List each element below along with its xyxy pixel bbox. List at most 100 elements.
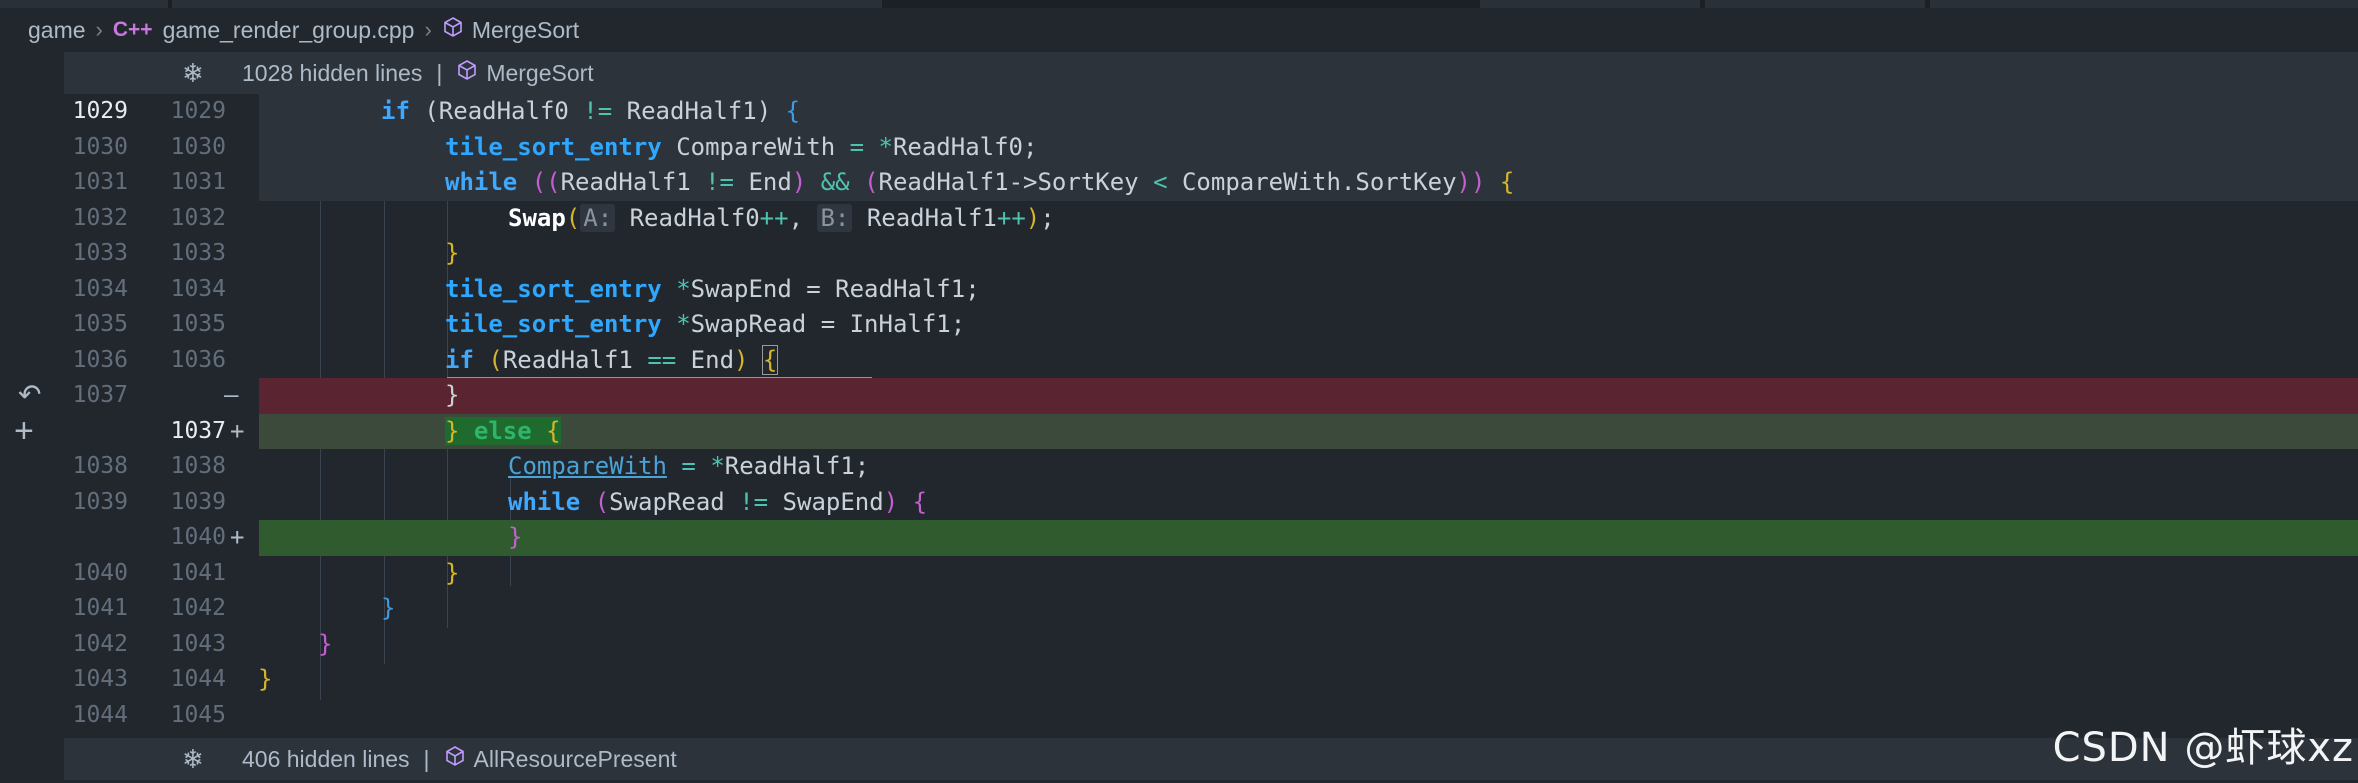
line-number-original: 1044 bbox=[72, 701, 128, 728]
hidden-lines-bar-bottom[interactable]: ❄ 406 hidden lines | AllResourcePresent bbox=[64, 738, 2358, 780]
code-line[interactable]: 1034 1034 tile_sort_entry *SwapEnd = Rea… bbox=[64, 272, 2358, 308]
line-number-modified: 1038 bbox=[170, 453, 226, 479]
code-line[interactable]: 1041 1042 } bbox=[64, 591, 2358, 627]
line-number-modified: 1040 bbox=[170, 524, 226, 550]
line-number-original: 1030 bbox=[72, 133, 128, 160]
line-number-original: 1041 bbox=[72, 595, 128, 621]
chevron-right-icon: › bbox=[424, 17, 432, 42]
code-text: tile_sort_entry *SwapEnd = ReadHalf1; bbox=[445, 274, 980, 303]
tab[interactable] bbox=[172, 0, 882, 8]
line-number-modified: 1037 bbox=[170, 417, 226, 444]
code-line[interactable]: 1036 1036 if (ReadHalf1 == End) { bbox=[64, 343, 2358, 378]
code-line[interactable]: 1033 1033 } bbox=[64, 236, 2358, 272]
line-number-modified: 1030 bbox=[170, 133, 226, 160]
line-number-original bbox=[64, 414, 128, 450]
line-number-original: 1029 bbox=[72, 98, 128, 124]
diff-removed-marker: — bbox=[224, 381, 239, 409]
revert-icon[interactable]: ↶ bbox=[18, 378, 41, 411]
line-number-modified: 1032 bbox=[170, 204, 226, 231]
separator: | bbox=[423, 745, 430, 772]
code-line-added[interactable]: 1040 + } bbox=[64, 520, 2358, 556]
code-line[interactable]: 1042 1043 } bbox=[64, 627, 2358, 663]
cube-icon bbox=[444, 745, 466, 773]
cube-icon bbox=[456, 59, 478, 87]
code-text: if (ReadHalf0 != ReadHalf1) { bbox=[381, 97, 801, 125]
tab[interactable] bbox=[1930, 0, 2358, 8]
code-line-added[interactable]: 1037 + } else { bbox=[64, 413, 2358, 450]
line-number-modified: 1043 bbox=[170, 630, 226, 657]
breadcrumb-folder[interactable]: game bbox=[28, 17, 86, 44]
tab-strip bbox=[0, 0, 2358, 8]
tab[interactable] bbox=[1480, 0, 1700, 8]
code-line[interactable]: 1038 1038 CompareWith = *ReadHalf1; bbox=[64, 449, 2358, 485]
code-editor[interactable]: 1029 1029 if (ReadHalf0 != ReadHalf1) { … bbox=[64, 94, 2358, 742]
code-line[interactable]: 1035 1035 tile_sort_entry *SwapRead = In… bbox=[64, 307, 2358, 343]
line-number-modified: 1044 bbox=[170, 666, 226, 692]
code-text: } bbox=[381, 594, 396, 622]
diff-added-marker: + bbox=[230, 523, 245, 551]
code-text: } else { bbox=[445, 416, 561, 445]
code-line[interactable]: 1032 1032 Swap(A: ReadHalf0++, B: ReadHa… bbox=[64, 201, 2358, 237]
unfold-icon[interactable]: ❄ bbox=[182, 58, 242, 89]
line-number-original: 1042 bbox=[72, 630, 128, 657]
code-text: } bbox=[318, 629, 333, 658]
hidden-lines-count: 1028 hidden lines bbox=[242, 59, 423, 86]
code-text: if (ReadHalf1 == End) { bbox=[445, 344, 779, 375]
param-hint: A: bbox=[580, 203, 616, 232]
line-number-original: 1040 bbox=[72, 559, 128, 586]
line-number-modified: 1034 bbox=[170, 275, 226, 302]
code-text: } bbox=[445, 381, 460, 409]
line-number-original: 1035 bbox=[72, 311, 128, 337]
code-text: } bbox=[445, 239, 460, 267]
line-number-original: 1039 bbox=[72, 488, 128, 515]
line-number-original: 1033 bbox=[72, 240, 128, 266]
unfold-icon[interactable]: ❄ bbox=[182, 744, 242, 775]
code-text: tile_sort_entry CompareWith = *ReadHalf0… bbox=[445, 132, 1038, 161]
code-line-removed[interactable]: 1037 — } bbox=[64, 378, 2358, 414]
code-line[interactable]: 1043 1044 } bbox=[64, 662, 2358, 698]
tab[interactable] bbox=[1705, 0, 1925, 8]
line-number-modified bbox=[161, 378, 226, 414]
breadcrumb: game › C++ game_render_group.cpp › Merge… bbox=[0, 8, 2358, 52]
code-text: CompareWith = *ReadHalf1; bbox=[508, 452, 870, 480]
code-line[interactable]: 1031 1031 while ((ReadHalf1 != End) && (… bbox=[64, 165, 2358, 201]
line-number-modified: 1045 bbox=[170, 701, 226, 728]
code-text: } bbox=[508, 523, 523, 551]
chevron-right-icon: › bbox=[95, 17, 103, 42]
hidden-lines-symbol: MergeSort bbox=[486, 59, 594, 86]
line-number-modified: 1031 bbox=[170, 169, 226, 195]
line-number-modified: 1033 bbox=[170, 240, 226, 266]
diff-gutter: ↶ + bbox=[0, 94, 64, 742]
code-text: while (SwapRead != SwapEnd) { bbox=[508, 487, 928, 516]
diff-added-marker: + bbox=[230, 416, 245, 445]
line-number-original: 1043 bbox=[72, 666, 128, 692]
code-line[interactable]: 1040 1041 } bbox=[64, 556, 2358, 592]
hidden-lines-bar-top[interactable]: ❄ 1028 hidden lines | MergeSort bbox=[64, 52, 2358, 94]
breadcrumb-file[interactable]: game_render_group.cpp bbox=[163, 17, 415, 44]
code-line[interactable]: 1044 1045 bbox=[64, 698, 2358, 734]
code-text: while ((ReadHalf1 != End) && (ReadHalf1-… bbox=[445, 168, 1515, 196]
separator: | bbox=[436, 59, 443, 86]
line-number-modified: 1035 bbox=[170, 311, 226, 337]
code-text: Swap(A: ReadHalf0++, B: ReadHalf1++); bbox=[508, 203, 1055, 232]
hidden-lines-count: 406 hidden lines bbox=[242, 745, 410, 772]
line-number-original: 1034 bbox=[72, 275, 128, 302]
code-text: } bbox=[445, 558, 460, 587]
code-text: } bbox=[258, 665, 273, 693]
hidden-lines-symbol: AllResourcePresent bbox=[473, 745, 677, 772]
cube-icon bbox=[442, 16, 464, 44]
line-number-original: 1032 bbox=[72, 204, 128, 231]
line-number-original bbox=[64, 520, 128, 556]
cpp-file-icon: C++ bbox=[112, 18, 153, 41]
breadcrumb-symbol[interactable]: MergeSort bbox=[472, 17, 579, 44]
watermark: CSDN @虾球xz bbox=[2052, 725, 2354, 771]
code-line[interactable]: 1029 1029 if (ReadHalf0 != ReadHalf1) { bbox=[64, 94, 2358, 130]
plus-icon[interactable]: + bbox=[14, 412, 34, 451]
line-number-modified: 1042 bbox=[170, 595, 226, 621]
code-line[interactable]: 1030 1030 tile_sort_entry CompareWith = … bbox=[64, 129, 2358, 165]
code-line[interactable]: 1039 1039 while (SwapRead != SwapEnd) { bbox=[64, 485, 2358, 521]
line-number-modified: 1041 bbox=[170, 559, 226, 586]
tab[interactable] bbox=[0, 0, 168, 8]
line-number-modified: 1036 bbox=[170, 346, 226, 373]
param-hint: B: bbox=[817, 203, 853, 232]
